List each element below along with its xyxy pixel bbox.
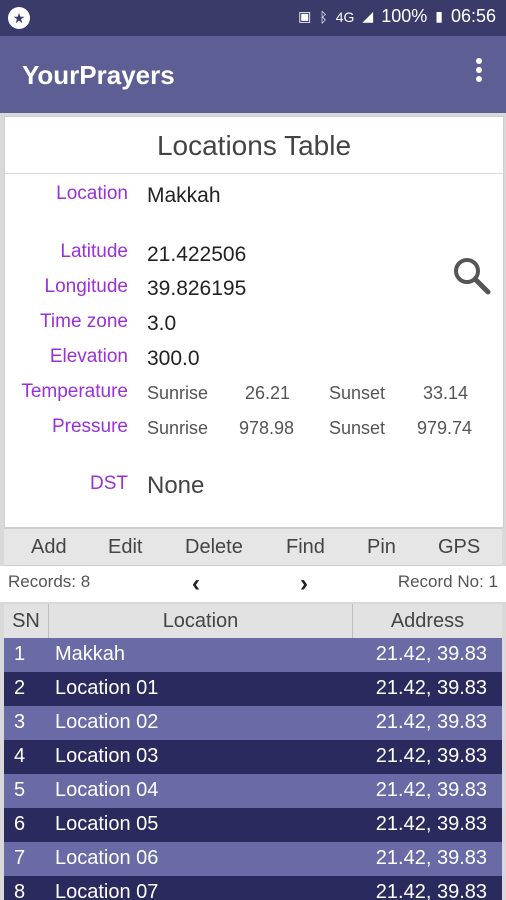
pressure-label: Pressure — [51, 416, 128, 437]
previous-record-button[interactable]: ‹ — [192, 570, 200, 598]
delete-button[interactable]: Delete — [185, 536, 243, 559]
latitude-label: Latitude — [60, 241, 128, 262]
row-location: Location 03 — [55, 745, 159, 767]
row-address: 21.42, 39.83 — [375, 711, 487, 733]
location-detail-card: Locations Table Location Makkah Latitude… — [4, 116, 504, 528]
row-sn: 3 — [14, 711, 26, 733]
clock: 06:56 — [450, 6, 496, 26]
table-row[interactable]: 5 Location 04 21.42, 39.83 — [4, 774, 502, 808]
elevation-value: 300.0 — [147, 347, 200, 370]
table-row[interactable]: 2 Location 01 21.42, 39.83 — [4, 672, 502, 706]
table-row[interactable]: 8 Location 07 21.42, 39.83 — [4, 876, 502, 900]
record-navigation: Records: 8 ‹ › Record No: 1 — [0, 566, 506, 602]
temp-sunset-value: 33.14 — [423, 383, 469, 403]
row-address: 21.42, 39.83 — [375, 677, 487, 699]
location-value: Makkah — [147, 184, 221, 207]
longitude-value: 39.826195 — [147, 277, 247, 300]
longitude-label: Longitude — [44, 276, 128, 297]
network-type-label: 4G — [335, 8, 355, 25]
bluetooth-icon: ᛒ — [319, 8, 328, 25]
header-location[interactable]: Location — [49, 604, 353, 638]
table-row[interactable]: 1 Makkah 21.42, 39.83 — [4, 638, 502, 672]
header-address[interactable]: Address — [353, 604, 502, 638]
table-header: SN Location Address — [4, 604, 502, 638]
app-bar: YourPrayers — [0, 36, 506, 113]
timezone-value: 3.0 — [147, 312, 177, 335]
search-icon[interactable] — [451, 255, 491, 295]
record-number: Record No: 1 — [397, 572, 498, 591]
records-count: Records: 8 — [8, 572, 91, 591]
dst-value[interactable]: None — [147, 472, 204, 500]
row-location: Location 05 — [55, 813, 159, 835]
row-sn: 8 — [14, 881, 26, 900]
sim-icon: ▣ — [298, 8, 312, 24]
row-location: Makkah — [55, 643, 126, 665]
row-address: 21.42, 39.83 — [375, 847, 487, 869]
row-sn: 6 — [14, 813, 26, 835]
edit-button[interactable]: Edit — [108, 536, 142, 559]
temperature-label: Temperature — [21, 381, 128, 402]
gps-button[interactable]: GPS — [438, 536, 480, 559]
row-address: 21.42, 39.83 — [375, 779, 487, 801]
row-location: Location 04 — [55, 779, 159, 801]
app-title: YourPrayers — [22, 60, 175, 90]
table-row[interactable]: 3 Location 02 21.42, 39.83 — [4, 706, 502, 740]
row-address: 21.42, 39.83 — [375, 881, 487, 900]
row-sn: 4 — [14, 745, 26, 767]
location-label: Location — [56, 183, 128, 204]
overflow-menu-icon[interactable] — [474, 58, 484, 88]
pres-sunset-value: 979.74 — [417, 418, 473, 438]
latitude-value: 21.422506 — [147, 243, 247, 266]
temp-sunrise-label: Sunrise — [147, 383, 209, 403]
row-sn: 7 — [14, 847, 26, 869]
row-sn: 5 — [14, 779, 26, 801]
row-sn: 1 — [14, 643, 26, 665]
temp-sunset-label: Sunset — [329, 383, 386, 403]
timezone-label: Time zone — [40, 311, 128, 332]
action-toolbar: Add Edit Delete Find Pin GPS — [4, 528, 502, 566]
next-record-button[interactable]: › — [300, 570, 308, 598]
row-location: Location 07 — [55, 881, 159, 900]
add-button[interactable]: Add — [31, 536, 67, 559]
status-bar: ★ ▣ ᛒ 4G ◢ 100% ▮ 06:56 — [0, 0, 506, 36]
row-location: Location 02 — [55, 711, 159, 733]
signal-icon: ◢ — [362, 8, 374, 24]
elevation-label: Elevation — [49, 346, 128, 367]
dst-label: DST — [90, 473, 128, 494]
temp-sunrise-value: 26.21 — [245, 383, 291, 403]
table-row[interactable]: 4 Location 03 21.42, 39.83 — [4, 740, 502, 774]
row-sn: 2 — [14, 677, 26, 699]
pres-sunset-label: Sunset — [329, 418, 386, 438]
card-title: Locations Table — [5, 117, 503, 174]
battery-percent: 100% — [381, 6, 428, 26]
pres-sunrise-label: Sunrise — [147, 418, 209, 438]
header-sn[interactable]: SN — [4, 604, 49, 638]
status-icons: ▣ ᛒ 4G ◢ 100% ▮ 06:56 — [298, 6, 496, 27]
pres-sunrise-value: 978.98 — [239, 418, 295, 438]
app-notification-icon: ★ — [8, 7, 30, 29]
row-location: Location 06 — [55, 847, 159, 869]
table-row[interactable]: 7 Location 06 21.42, 39.83 — [4, 842, 502, 876]
find-button[interactable]: Find — [286, 536, 325, 559]
table-row[interactable]: 6 Location 05 21.42, 39.83 — [4, 808, 502, 842]
row-address: 21.42, 39.83 — [375, 643, 487, 665]
row-location: Location 01 — [55, 677, 159, 699]
pin-button[interactable]: Pin — [367, 536, 396, 559]
row-address: 21.42, 39.83 — [375, 745, 487, 767]
battery-icon: ▮ — [435, 8, 443, 24]
row-address: 21.42, 39.83 — [375, 813, 487, 835]
